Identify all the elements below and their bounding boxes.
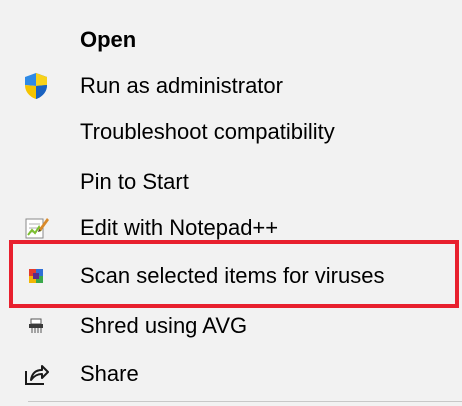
share-icon bbox=[22, 360, 50, 388]
menu-item-run-as-administrator-label: Run as administrator bbox=[80, 73, 283, 98]
menu-item-open[interactable]: Open bbox=[0, 16, 462, 64]
menu-separator bbox=[28, 401, 462, 402]
menu-item-share[interactable]: Share bbox=[0, 350, 462, 398]
menu-item-troubleshoot-compatibility[interactable]: Troubleshoot compatibility bbox=[0, 108, 462, 156]
shredder-icon bbox=[22, 312, 50, 340]
menu-item-pin-to-start-label: Pin to Start bbox=[80, 169, 189, 194]
menu-item-shred-using-avg-label: Shred using AVG bbox=[80, 313, 248, 338]
menu-item-troubleshoot-compatibility-label: Troubleshoot compatibility bbox=[80, 119, 335, 144]
context-menu: Open Run as administrator Troubleshoot c… bbox=[0, 0, 462, 406]
menu-item-open-label: Open bbox=[80, 27, 137, 52]
menu-item-shred-using-avg[interactable]: Shred using AVG bbox=[0, 302, 462, 350]
menu-item-share-label: Share bbox=[80, 361, 139, 386]
menu-item-pin-to-start[interactable]: Pin to Start bbox=[0, 158, 462, 206]
uac-shield-icon bbox=[22, 72, 50, 100]
notepad-plus-plus-icon bbox=[22, 214, 50, 242]
menu-item-run-as-administrator[interactable]: Run as administrator bbox=[0, 62, 462, 110]
highlight-box bbox=[9, 240, 459, 308]
